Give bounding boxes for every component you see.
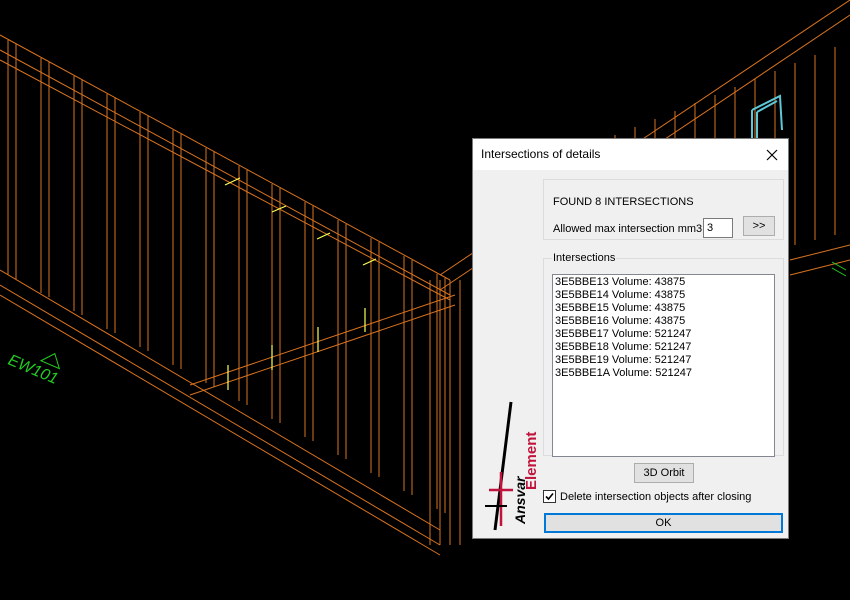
list-item[interactable]: 3E5BBE1A Volume: 521247 [555,367,772,380]
max-intersection-label: Allowed max intersection mm3: [553,223,706,235]
3d-orbit-button[interactable]: 3D Orbit [634,463,694,483]
delete-objects-label[interactable]: Delete intersection objects after closin… [560,491,751,503]
dialog-title: Intersections of details [481,147,601,161]
ok-button[interactable]: OK [544,513,783,533]
list-item[interactable]: 3E5BBE18 Volume: 521247 [555,341,772,354]
found-group: FOUND 8 INTERSECTIONS Allowed max inters… [543,179,784,240]
intersections-list[interactable]: 3E5BBE13 Volume: 43875 3E5BBE14 Volume: 4… [552,274,775,457]
dialog-titlebar[interactable]: Intersections of details [473,139,788,170]
intersections-dialog: Intersections of details Element Ansvar … [472,138,789,539]
list-item[interactable]: 3E5BBE14 Volume: 43875 [555,289,772,302]
list-item[interactable]: 3E5BBE17 Volume: 521247 [555,328,772,341]
close-icon [766,149,778,160]
list-item[interactable]: 3E5BBE19 Volume: 521247 [555,354,772,367]
list-item[interactable]: 3E5BBE13 Volume: 43875 [555,276,772,289]
checkmark-icon [545,492,554,501]
ansvar-element-logo: Element Ansvar [485,401,537,531]
delete-objects-checkbox[interactable] [543,490,556,503]
list-item[interactable]: 3E5BBE16 Volume: 43875 [555,315,772,328]
found-count-text: FOUND 8 INTERSECTIONS [553,196,694,208]
close-button[interactable] [756,139,788,170]
logo-slash [493,401,513,531]
intersections-group: Intersections 3E5BBE13 Volume: 43875 3E5B… [543,252,784,457]
list-item[interactable]: 3E5BBE15 Volume: 43875 [555,302,772,315]
logo-text-black: Ansvar [512,475,528,525]
max-intersection-input[interactable] [703,218,733,238]
intersections-group-label: Intersections [552,252,617,264]
next-button[interactable]: >> [743,216,775,236]
